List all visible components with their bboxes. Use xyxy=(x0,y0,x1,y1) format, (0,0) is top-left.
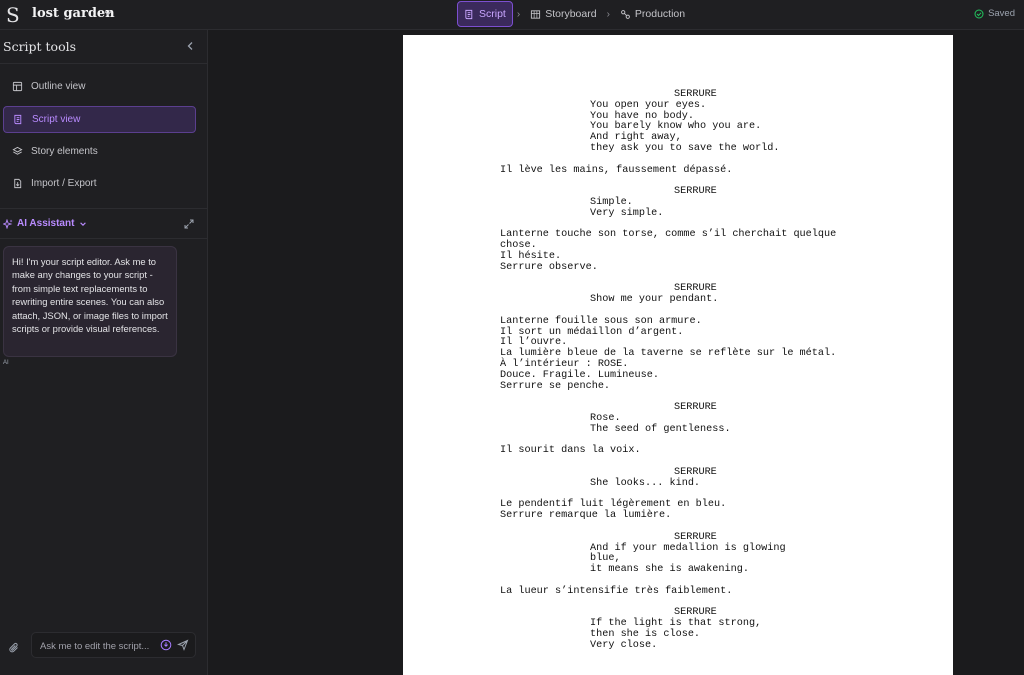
script-action-line[interactable]: Lanterne fouille sous son armure. xyxy=(500,316,702,328)
script-action-line[interactable]: Il sourit dans la voix. xyxy=(500,446,641,457)
chat-input[interactable] xyxy=(40,638,158,654)
story-elements-icon xyxy=(12,146,23,155)
collapse-sidebar-icon[interactable] xyxy=(186,41,194,51)
script-page[interactable]: SERRURE You open your eyes. You have no bo… xyxy=(403,35,953,675)
sidebar-item-import-export[interactable]: Import / Export xyxy=(3,170,196,197)
app-logo[interactable]: S xyxy=(6,4,22,26)
sidebar-item-script-view[interactable]: Script view xyxy=(3,106,196,133)
info-icon[interactable] xyxy=(160,639,172,651)
script-view-icon xyxy=(14,114,22,125)
script-dialogue-line[interactable]: She looks... kind. xyxy=(590,478,700,490)
top-bar: S lost garden Script › Storyboard › Prod… xyxy=(0,0,1024,30)
production-icon xyxy=(621,9,630,19)
script-dialogue-line[interactable]: Very close. xyxy=(590,640,657,652)
chat-input-bar xyxy=(0,625,208,675)
script-action-line[interactable]: Serrure se penche. xyxy=(500,381,610,393)
sidebar: Script tools Outline view Script view St… xyxy=(0,30,208,675)
workflow-nav: Script › Storyboard › Production xyxy=(457,1,691,27)
message-sender-label: AI xyxy=(3,360,9,366)
script-action-line[interactable]: Serrure observe. xyxy=(500,262,598,274)
sidebar-item-label: Script view xyxy=(32,114,81,125)
script-action-line[interactable]: Douce. Fragile. Lumineuse. xyxy=(500,370,659,382)
sidebar-item-story-elements[interactable]: Story elements xyxy=(3,138,196,165)
expand-icon[interactable] xyxy=(184,219,194,229)
sidebar-item-label: Story elements xyxy=(31,146,98,157)
save-status: Saved xyxy=(974,8,1015,19)
script-dialogue-line[interactable]: they ask you to save the world. xyxy=(590,143,780,155)
sidebar-item-label: Outline view xyxy=(31,81,86,92)
check-circle-icon xyxy=(974,9,984,18)
chevron-right-icon: › xyxy=(516,8,521,20)
tab-production-label: Production xyxy=(634,8,686,20)
assistant-message: Hi! I'm your script editor. Ask me to ma… xyxy=(3,246,177,357)
divider xyxy=(0,238,208,239)
import-export-icon xyxy=(14,178,22,189)
script-action-line[interactable]: La lueur s’intensifie très faiblement. xyxy=(500,586,732,598)
sidebar-title: Script tools xyxy=(3,39,77,54)
sidebar-item-outline-view[interactable]: Outline view xyxy=(3,73,196,100)
chevron-down-icon xyxy=(80,221,87,226)
storyboard-icon xyxy=(531,9,541,19)
chevron-down-icon[interactable] xyxy=(103,8,113,18)
script-dialogue-line[interactable]: it means she is awakening. xyxy=(590,564,749,576)
chevron-right-icon: › xyxy=(606,8,610,20)
outline-icon xyxy=(12,81,23,92)
tab-production[interactable]: Production xyxy=(614,1,691,27)
tab-storyboard-label: Storyboard xyxy=(545,8,597,20)
script-dialogue-line[interactable]: Show me your pendant. xyxy=(590,294,718,306)
script-dialogue-line[interactable]: You open your eyes. xyxy=(590,100,706,112)
ai-assistant-title: AI Assistant xyxy=(17,218,75,229)
tab-script[interactable]: Script xyxy=(457,1,513,27)
sparkles-icon xyxy=(3,218,13,229)
script-character-line[interactable]: SERRURE xyxy=(674,532,717,544)
tab-storyboard[interactable]: Storyboard xyxy=(524,1,602,27)
chat-input-container xyxy=(31,632,196,658)
paperclip-icon[interactable] xyxy=(8,642,20,654)
script-action-line[interactable]: Lanterne touche son torse, comme s’il ch… xyxy=(500,230,836,241)
script-dialogue-line[interactable]: Very simple. xyxy=(590,208,663,220)
script-action-line[interactable]: Serrure remarque la lumière. xyxy=(500,510,671,522)
tab-script-label: Script xyxy=(479,8,506,20)
divider xyxy=(0,208,208,209)
sidebar-item-label: Import / Export xyxy=(31,178,97,189)
script-workspace: SERRURE You open your eyes. You have no bo… xyxy=(208,30,1024,675)
script-character-line[interactable]: SERRURE xyxy=(674,402,717,414)
ai-assistant-toggle[interactable]: AI Assistant xyxy=(3,218,91,229)
send-icon[interactable] xyxy=(177,639,189,651)
script-character-line[interactable]: SERRURE xyxy=(674,186,717,198)
script-dialogue-line[interactable]: The seed of gentleness. xyxy=(590,424,731,436)
script-icon xyxy=(465,9,473,19)
script-action-line[interactable]: Il lève les mains, faussement dépassé. xyxy=(500,165,732,177)
divider xyxy=(0,63,208,64)
save-status-label: Saved xyxy=(988,8,1015,19)
